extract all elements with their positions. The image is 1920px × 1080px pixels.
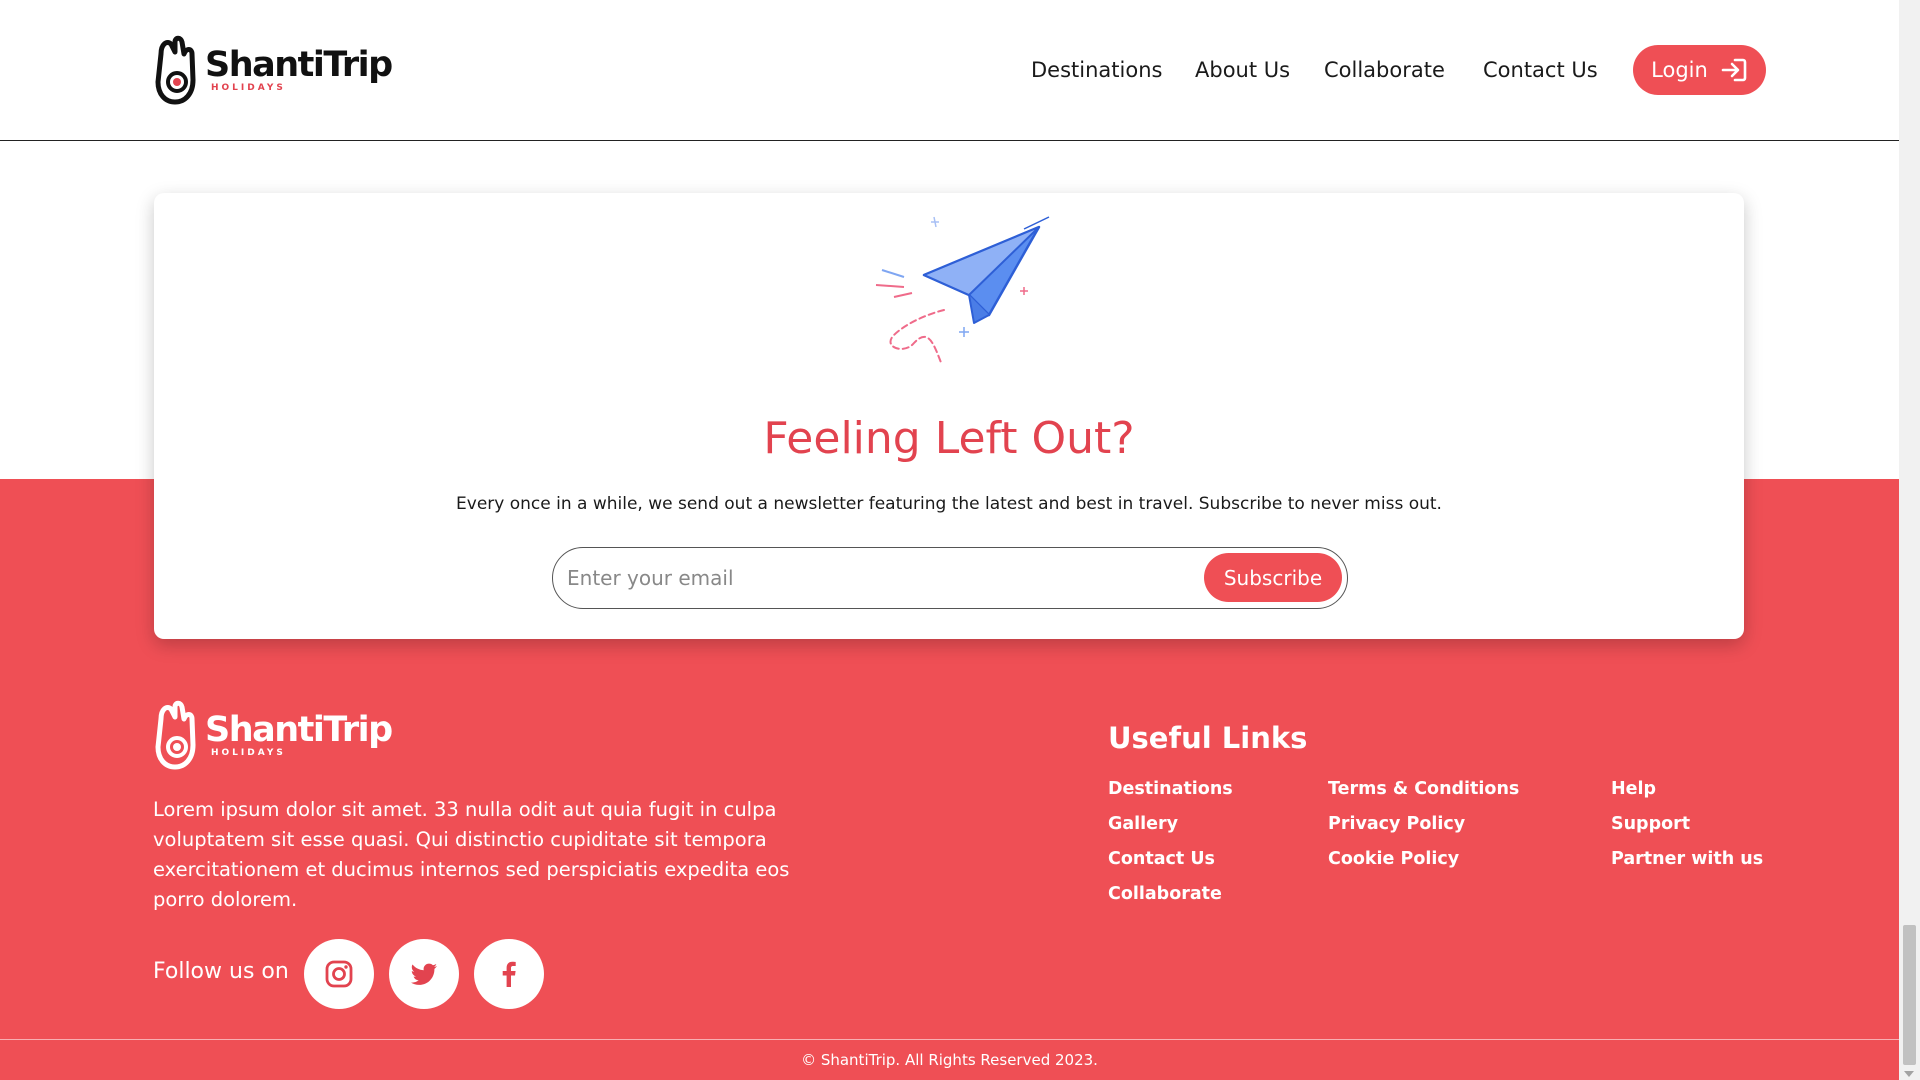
footer-link-cookie-policy[interactable]: Cookie Policy — [1328, 849, 1459, 869]
footer-link-privacy-policy[interactable]: Privacy Policy — [1328, 814, 1465, 834]
login-arrow-icon — [1721, 58, 1747, 82]
subscribe-form: Subscribe — [552, 547, 1348, 609]
footer-link-destinations[interactable]: Destinations — [1108, 779, 1233, 799]
email-input[interactable] — [567, 556, 1167, 600]
facebook-icon — [502, 961, 516, 987]
paper-plane-illustration — [875, 216, 1050, 366]
follow-us-label: Follow us on — [153, 959, 289, 984]
newsletter-title: Feeling Left Out? — [763, 413, 1135, 464]
footer-brand-tagline: HOLIDAYS — [211, 747, 286, 758]
nav-destinations[interactable]: Destinations — [1031, 58, 1162, 82]
newsletter-description: Every once in a while, we send out a new… — [456, 494, 1442, 514]
footer-divider — [0, 1039, 1899, 1040]
footer-about-text: Lorem ipsum dolor sit amet. 33 nulla odi… — [153, 798, 790, 911]
instagram-icon — [325, 960, 353, 988]
footer-link-help[interactable]: Help — [1611, 779, 1656, 799]
twitter-button[interactable] — [389, 939, 459, 1009]
login-button[interactable]: Login — [1633, 45, 1766, 95]
useful-links-title: Useful Links — [1108, 721, 1308, 755]
logo-hand-icon — [155, 35, 196, 105]
page-scrollbar[interactable] — [1899, 0, 1920, 1080]
footer-link-support[interactable]: Support — [1611, 814, 1690, 834]
header-logo[interactable]: ShantiTrip HOLIDAYS — [153, 34, 393, 106]
facebook-button[interactable] — [474, 939, 544, 1009]
nav-contact-us[interactable]: Contact Us — [1483, 58, 1598, 82]
logo-hand-icon — [155, 700, 196, 770]
twitter-icon — [410, 963, 437, 985]
footer-link-collaborate[interactable]: Collaborate — [1108, 884, 1222, 904]
brand-tagline: HOLIDAYS — [211, 82, 286, 93]
login-label: Login — [1651, 58, 1708, 82]
footer-link-gallery[interactable]: Gallery — [1108, 814, 1178, 834]
brand-name: ShantiTrip — [205, 44, 393, 85]
scroll-down-arrow-icon[interactable] — [1904, 1071, 1914, 1077]
subscribe-button[interactable]: Subscribe — [1204, 553, 1342, 602]
copyright-text: © ShantiTrip. All Rights Reserved 2023. — [801, 1051, 1098, 1069]
scrollbar-thumb[interactable] — [1903, 925, 1916, 1065]
footer-logo[interactable]: ShantiTrip HOLIDAYS — [153, 699, 393, 771]
site-header: ShantiTrip HOLIDAYS Destinations About U… — [0, 0, 1899, 141]
footer-brand-name: ShantiTrip — [205, 709, 393, 750]
newsletter-card: Feeling Left Out? Every once in a while,… — [154, 193, 1744, 639]
instagram-button[interactable] — [304, 939, 374, 1009]
nav-collaborate[interactable]: Collaborate — [1324, 58, 1445, 82]
footer-link-terms[interactable]: Terms & Conditions — [1328, 779, 1519, 799]
footer-link-contact-us[interactable]: Contact Us — [1108, 849, 1215, 869]
nav-about-us[interactable]: About Us — [1195, 58, 1290, 82]
footer-link-partner[interactable]: Partner with us — [1611, 849, 1763, 869]
